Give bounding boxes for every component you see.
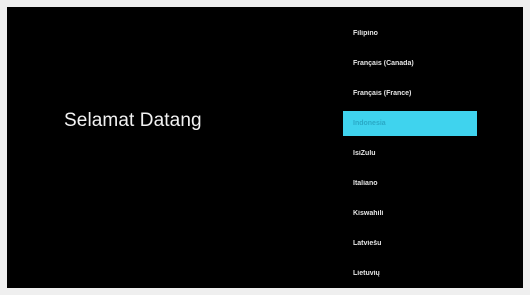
- language-option-kiswahili[interactable]: Kiswahili: [343, 199, 477, 229]
- language-option-latviesu[interactable]: Latviešu: [343, 229, 477, 259]
- language-option-lietuviu[interactable]: Lietuvių: [343, 259, 477, 288]
- language-option-selected[interactable]: Indonesia: [343, 111, 477, 136]
- welcome-title: Selamat Datang: [64, 110, 202, 131]
- language-option-filipino[interactable]: Filipino: [343, 19, 477, 49]
- language-option-italiano[interactable]: Italiano: [343, 169, 477, 199]
- language-list[interactable]: Filipino Français (Canada) Français (Fra…: [343, 19, 477, 288]
- language-option-francais-france[interactable]: Français (France): [343, 79, 477, 109]
- language-option-francais-canada[interactable]: Français (Canada): [343, 49, 477, 79]
- language-option-isizulu[interactable]: IsiZulu: [343, 139, 477, 169]
- tv-screen: Selamat Datang Filipino Français (Canada…: [7, 7, 523, 288]
- screenshot-frame: Selamat Datang Filipino Français (Canada…: [0, 0, 530, 295]
